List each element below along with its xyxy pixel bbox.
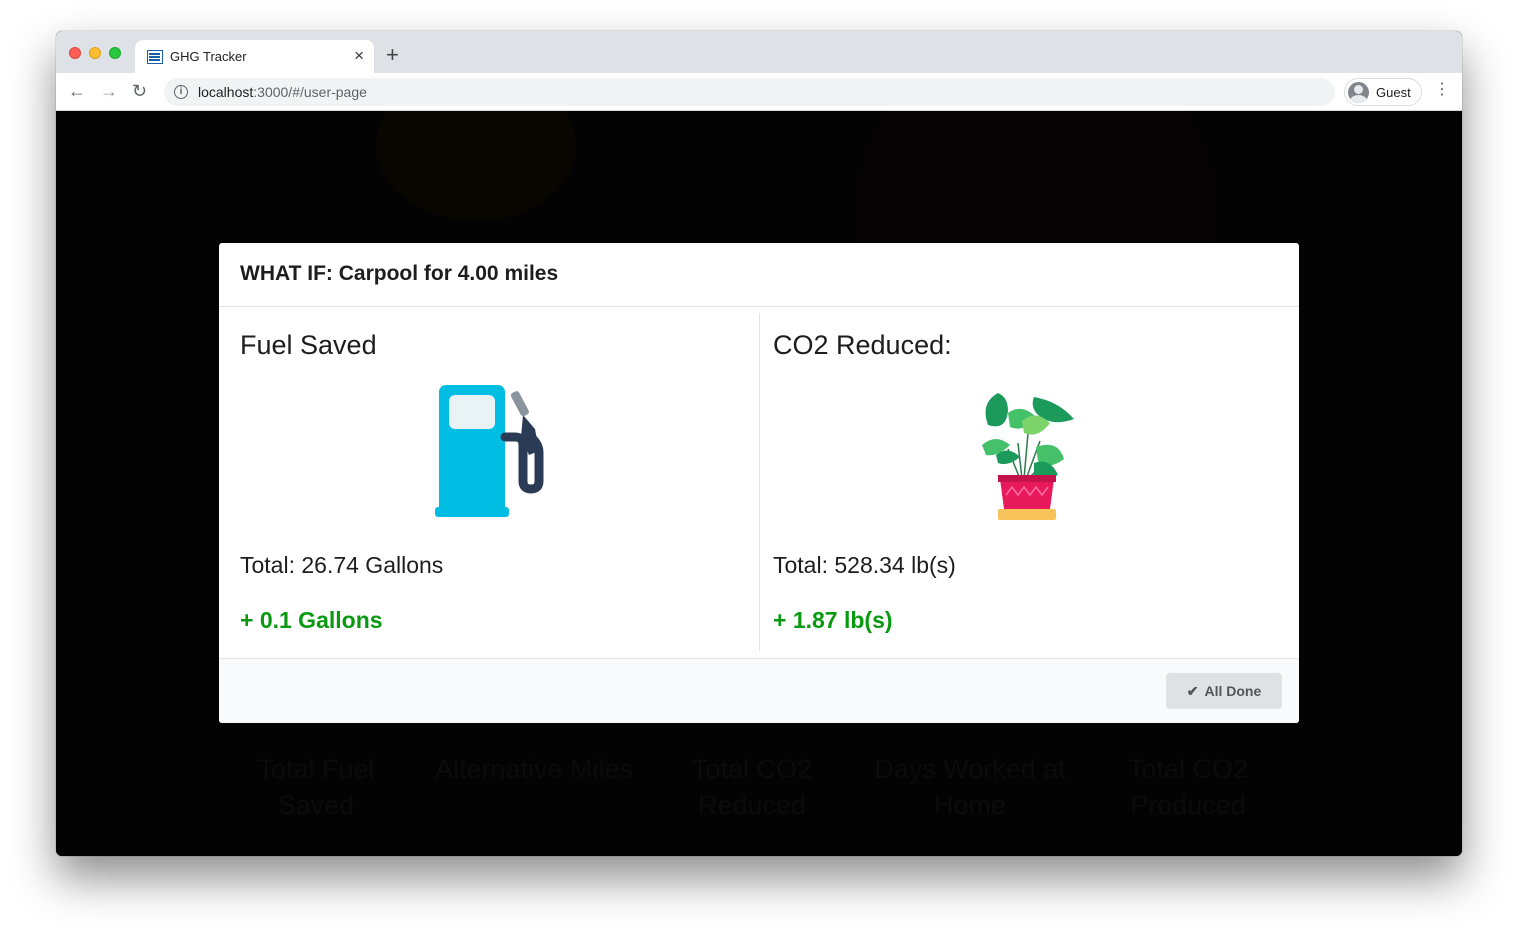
favicon-icon xyxy=(147,50,163,64)
co2-reduced-heading: CO2 Reduced: xyxy=(773,330,952,360)
new-tab-button[interactable]: + xyxy=(386,43,399,67)
co2-delta: + 1.87 lb(s) xyxy=(773,607,893,633)
url-host: localhost xyxy=(198,84,254,100)
fuel-delta: + 0.1 Gallons xyxy=(240,607,383,633)
fuel-total: Total: 26.74 Gallons xyxy=(240,552,444,578)
all-done-button[interactable]: ✔ All Done xyxy=(1166,673,1282,709)
modal-footer: ✔ All Done xyxy=(219,658,1299,723)
fuel-saved-heading: Fuel Saved xyxy=(240,330,377,360)
gas-pump-icon xyxy=(435,385,544,517)
modal-header: WHAT IF: Carpool for 4.00 miles xyxy=(219,243,1299,307)
reload-icon[interactable]: ↻ xyxy=(132,79,147,103)
minimize-window-button[interactable] xyxy=(89,47,101,59)
potted-plant-icon xyxy=(982,393,1074,520)
modal-title: WHAT IF: Carpool for 4.00 miles xyxy=(240,262,559,285)
all-done-label: All Done xyxy=(1204,682,1262,699)
page-content: Total Fuel Saved Alternative Miles Total… xyxy=(56,111,1462,856)
close-window-button[interactable] xyxy=(69,47,81,59)
profile-button[interactable]: Guest xyxy=(1344,78,1422,106)
browser-window: GHG Tracker × + ← → ↻ i localhost:3000/#… xyxy=(56,31,1462,856)
what-if-modal: WHAT IF: Carpool for 4.00 miles Fuel Sav… xyxy=(219,243,1299,723)
maximize-window-button[interactable] xyxy=(109,47,121,59)
forward-icon[interactable]: → xyxy=(100,79,118,103)
tab-ghg-tracker[interactable]: GHG Tracker × xyxy=(135,40,374,73)
fuel-saved-panel: Fuel Saved Total: 26.74 Gallons + 0.1 Ga… xyxy=(219,307,759,659)
tab-title: GHG Tracker xyxy=(170,49,247,64)
menu-icon[interactable]: ⋮ xyxy=(1434,81,1450,99)
info-icon[interactable]: i xyxy=(174,85,188,99)
address-bar[interactable]: i localhost:3000/#/user-page xyxy=(164,78,1335,106)
avatar-icon xyxy=(1348,82,1369,103)
tab-strip: GHG Tracker × + xyxy=(56,31,1462,73)
profile-label: Guest xyxy=(1376,85,1411,100)
url-path: :3000/#/user-page xyxy=(253,84,367,100)
tab-close-icon[interactable]: × xyxy=(354,46,364,66)
browser-toolbar: ← → ↻ i localhost:3000/#/user-page Guest… xyxy=(56,73,1462,111)
back-icon[interactable]: ← xyxy=(68,79,86,103)
co2-reduced-panel: CO2 Reduced: Total: 528.34 lb(s) + 1.87 … xyxy=(759,313,1299,651)
checkmark-icon: ✔ xyxy=(1186,682,1199,699)
co2-total: Total: 528.34 lb(s) xyxy=(773,552,956,578)
url-text: localhost:3000/#/user-page xyxy=(198,84,367,100)
